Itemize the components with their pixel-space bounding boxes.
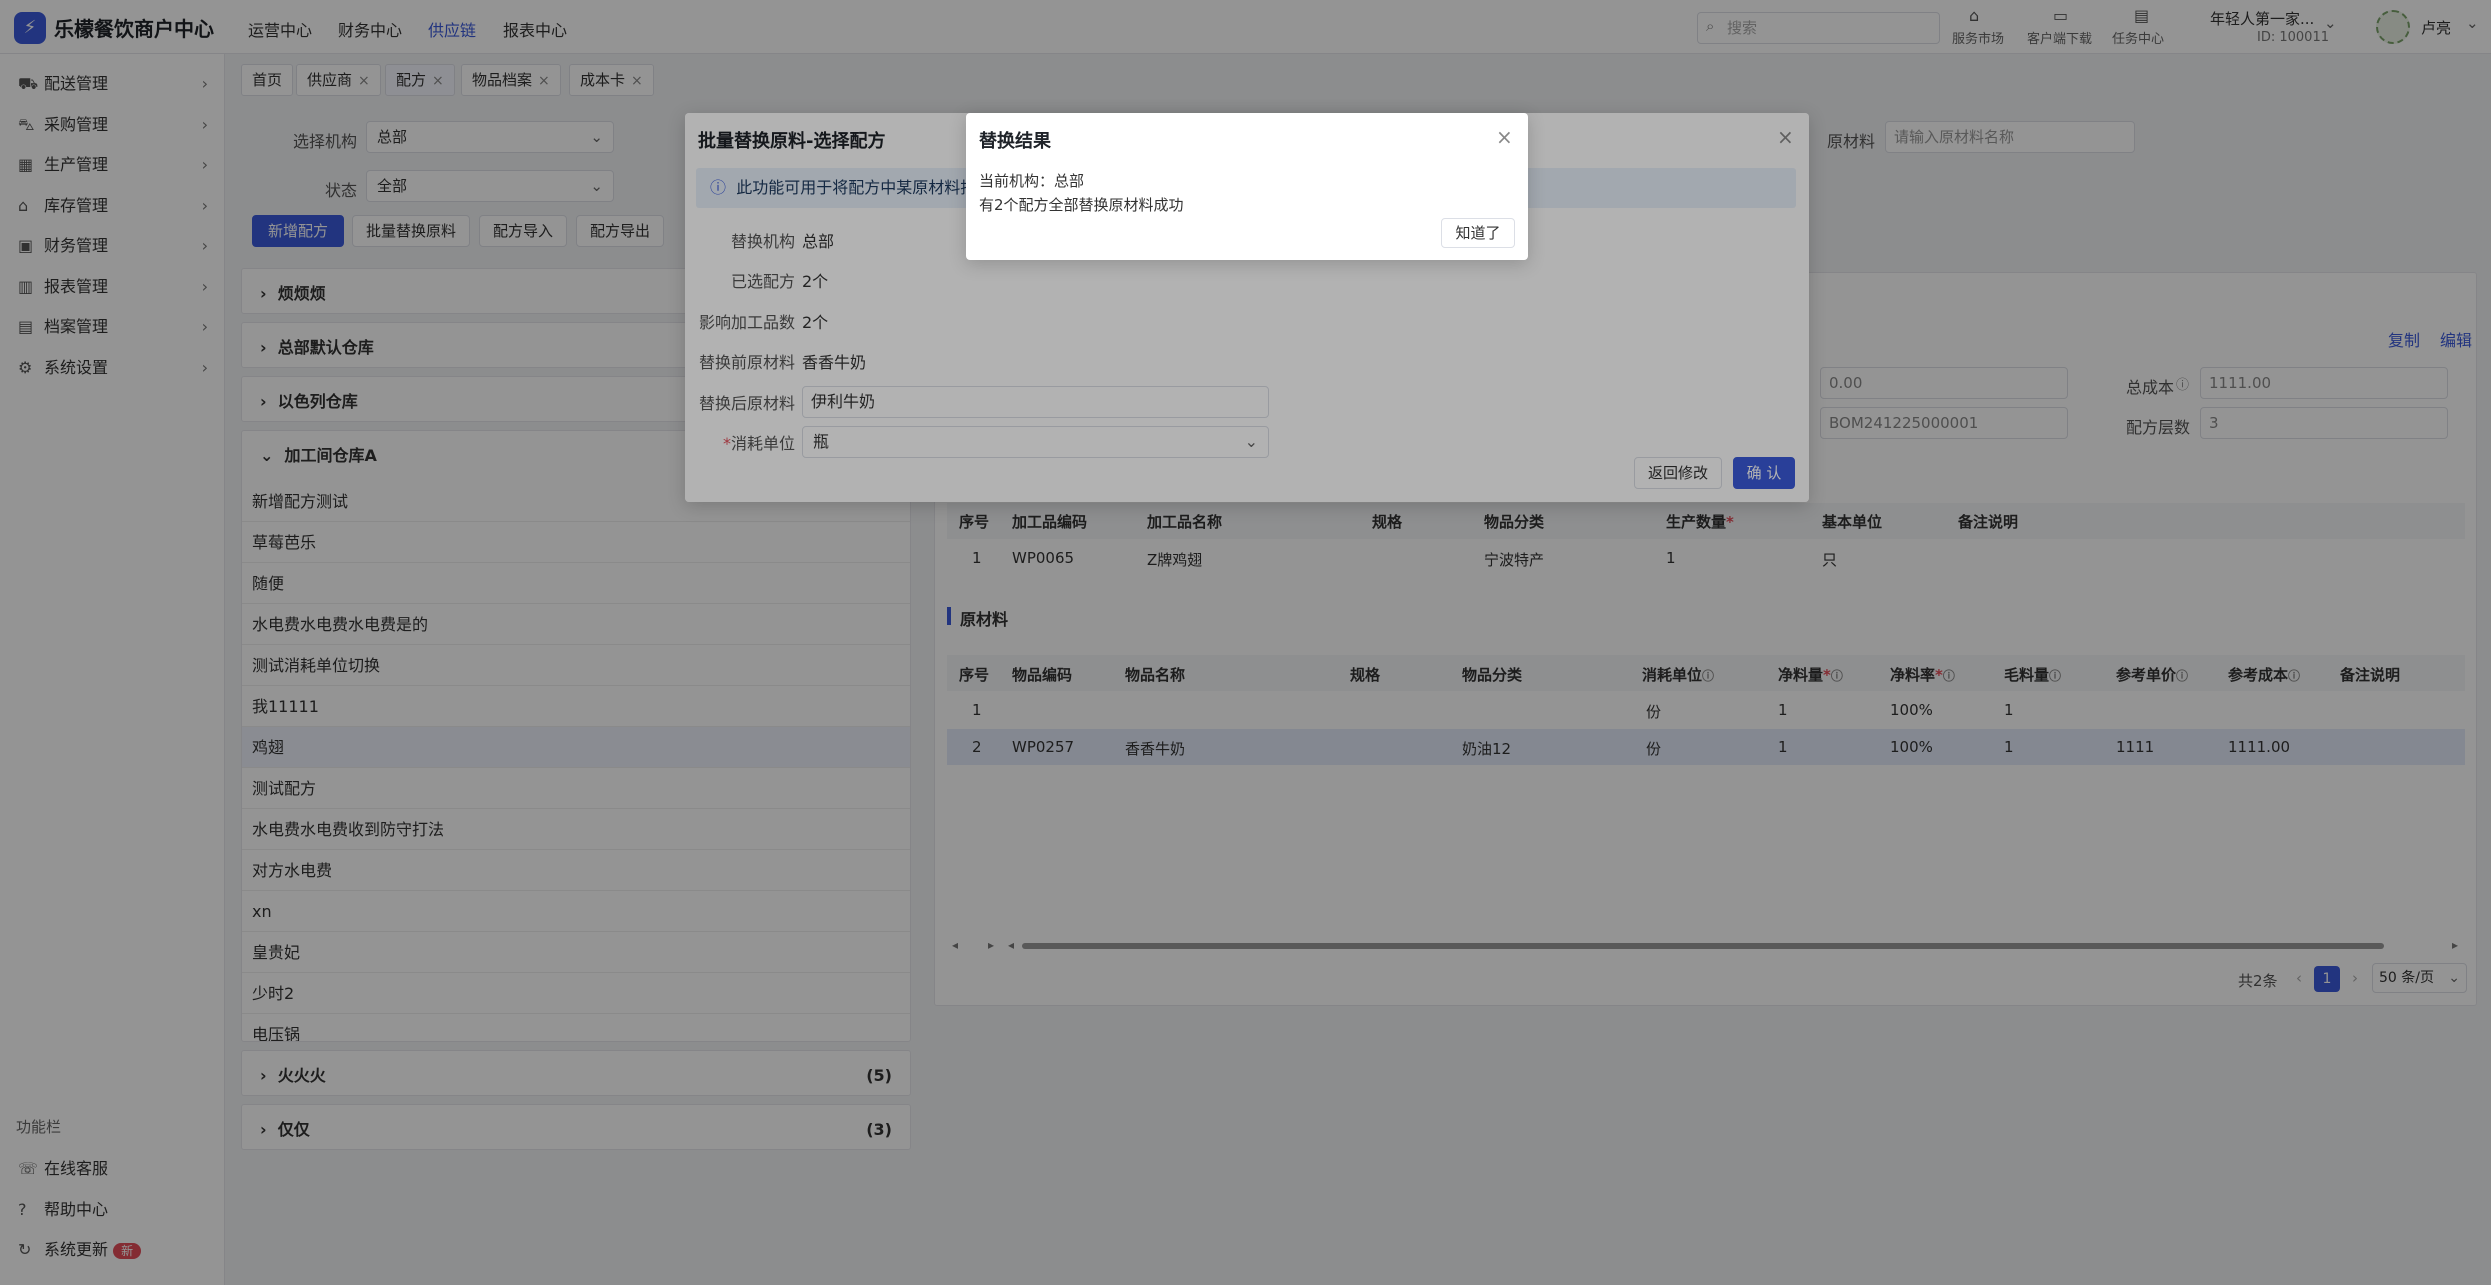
- result-org-line: 当前机构：总部: [979, 172, 1085, 190]
- result-message: 有2个配方全部替换原材料成功: [979, 196, 1184, 214]
- result-title: 替换结果: [979, 131, 1051, 152]
- close-icon[interactable]: ×: [1496, 125, 1513, 149]
- ok-button[interactable]: 知道了: [1441, 218, 1515, 248]
- result-dialog: 替换结果 × 当前机构：总部 有2个配方全部替换原材料成功 知道了: [966, 113, 1528, 260]
